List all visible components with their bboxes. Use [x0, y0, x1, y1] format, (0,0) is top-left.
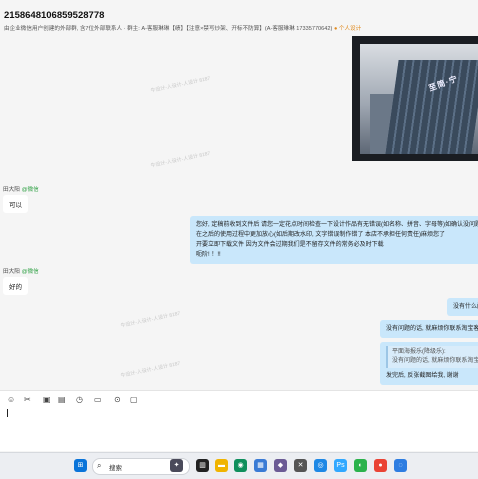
watermark: 牛设计-人设计-人设计 8187	[120, 310, 181, 330]
windows-start-icon[interactable]: ⊞	[74, 459, 87, 472]
message-input[interactable]	[4, 407, 474, 447]
search-icon: ⌕	[97, 461, 102, 470]
chat-subtitle: 由企业微信用户创建的外部群, 含7位外部联系人 · 群主: A-客服琳琳【绩】【…	[4, 24, 361, 32]
watermark: 牛设计-人设计-人设计 8187	[150, 75, 211, 95]
app-icon[interactable]: ◎	[314, 459, 327, 472]
wechat-badge: @微信	[21, 269, 39, 275]
chat-header: 2158648106859528778 由企业微信用户创建的外部群, 含7位外部…	[0, 0, 478, 36]
subtitle-tag[interactable]: ● 个人设计	[334, 26, 361, 32]
message-line: 您好, 定稿前收到文件后 请您一定花点时间检查一下设计作品有无错误(如名称、拼音…	[196, 222, 478, 228]
quote-text: 没有问题的话, 就麻烦你联系淘宝客服	[392, 358, 478, 364]
quoted-message: 平面海报乐(降级乐): 没有问题的话, 就麻烦你联系淘宝客服	[386, 346, 478, 368]
app-icon[interactable]: ●	[374, 459, 387, 472]
wecom-icon[interactable]: ◌	[394, 459, 407, 472]
reply-text: 发完后, 反张截图给我, 谢谢	[386, 373, 459, 379]
message-bubble-incoming[interactable]: 好的	[3, 277, 28, 295]
store-icon[interactable]: ▦	[254, 459, 267, 472]
message-bubble-incoming[interactable]: 可以	[3, 195, 28, 213]
message-line: 开要立即下载文件 因为文件会过期我们是不留存文件的常务必及时下载	[196, 242, 384, 248]
wechat-icon[interactable]: ◐	[354, 459, 367, 472]
message-sender: 田大阳 @微信	[3, 185, 39, 193]
photoshop-icon[interactable]: Ps	[334, 459, 347, 472]
screen-icon[interactable]: ▢	[130, 395, 138, 404]
chat-title: 2158648106859528778	[4, 10, 105, 21]
message-bubble-outgoing[interactable]: 没有问题的话, 就麻烦你联系淘宝客服	[380, 320, 478, 338]
more-icon[interactable]: ⊙	[114, 395, 121, 404]
task-view-icon[interactable]: ▥	[196, 459, 209, 472]
app-icon[interactable]: ✕	[294, 459, 307, 472]
watermark: 牛设计-人设计-人设计 8187	[120, 360, 181, 380]
emoji-icon[interactable]: ☺	[7, 395, 15, 404]
folder-icon[interactable]: ▭	[94, 395, 102, 404]
app-icon[interactable]: ◆	[274, 459, 287, 472]
watermark: 牛设计-人设计-人设计 8187	[150, 150, 211, 170]
search-label: 搜索	[109, 465, 122, 472]
wechat-badge: @微信	[21, 187, 39, 193]
scissors-icon[interactable]: ✂	[24, 395, 31, 404]
file-explorer-icon[interactable]: ▬	[215, 459, 228, 472]
image-building	[385, 60, 478, 154]
chat-history[interactable]: 牛设计-人设计-人设计 8187 牛设计-人设计-人设计 8187 牛设计-人设…	[0, 36, 478, 388]
bat-widget-icon[interactable]: ✦	[170, 459, 183, 472]
composer: ☺ ✂ ▣ ▤ ◷ ▭ ⊙ ▢	[0, 390, 478, 451]
image-icon[interactable]: ▣	[43, 395, 51, 404]
image-message[interactable]: 至简·宁	[352, 36, 478, 161]
doc-icon[interactable]: ▤	[58, 395, 66, 404]
message-line: 在之后的使用过程中更加放心(如后期改水印, 文字错误制作错了 本店不承担任何责任…	[196, 232, 445, 238]
text-caret	[7, 409, 8, 417]
sender-name: 田大阳	[3, 187, 20, 193]
message-bubble-outgoing[interactable]: 您好, 定稿前收到文件后 请您一定花点时间检查一下设计作品有无错误(如名称、拼音…	[190, 216, 478, 264]
message-sender: 田大阳 @微信	[3, 267, 39, 275]
message-bubble-outgoing[interactable]: 没有什么问	[447, 298, 478, 316]
history-icon[interactable]: ◷	[76, 395, 83, 404]
message-line: 呃阶! ！!!	[196, 252, 221, 258]
quote-author: 平面海报乐(降级乐):	[392, 349, 446, 355]
group-info: 由企业微信用户创建的外部群, 含7位外部联系人 · 群主: A-客服琳琳【绩】【…	[4, 26, 333, 32]
sender-name: 田大阳	[3, 269, 20, 275]
message-bubble-reply[interactable]: 平面海报乐(降级乐): 没有问题的话, 就麻烦你联系淘宝客服 发完后, 反张截图…	[380, 342, 478, 385]
edge-browser-icon[interactable]: ◉	[234, 459, 247, 472]
taskbar: ⊞ ⌕ 搜索 ✦ ▥ ▬ ◉ ▦ ◆ ✕ ◎ Ps ◐ ● ◌	[0, 452, 478, 479]
